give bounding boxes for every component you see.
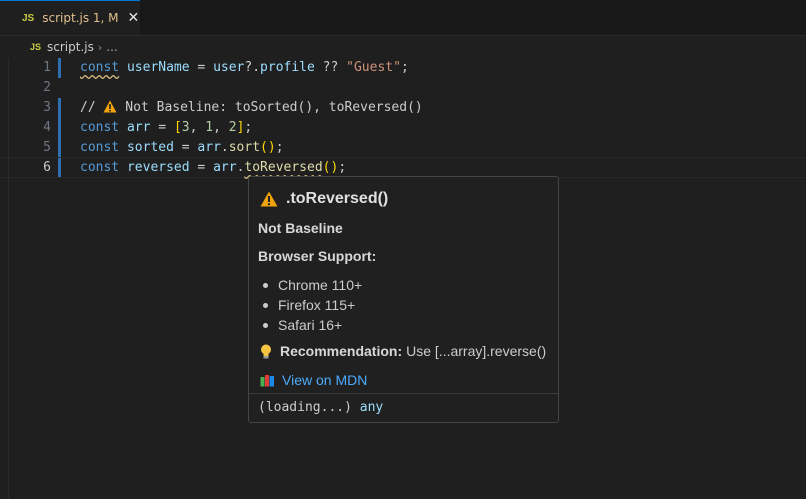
lightbulb-icon: [261, 344, 271, 358]
code-line-3[interactable]: 3 // Not Baseline: toSorted(), toReverse…: [0, 98, 806, 118]
warning-icon: [260, 191, 278, 207]
mdn-link[interactable]: View on MDN: [260, 372, 367, 388]
list-item: Chrome 110+: [258, 275, 362, 295]
code-line-2[interactable]: 2: [0, 78, 806, 98]
line-number: 6: [43, 160, 51, 175]
line-number: 1: [43, 60, 51, 75]
line-number: 3: [43, 100, 51, 115]
tab-title: script.js 1, M: [42, 11, 119, 25]
list-item: Firefox 115+: [258, 295, 362, 315]
code-line-4[interactable]: 4 const arr = [3, 1, 2];: [0, 118, 806, 138]
hover-title: .toReversed(): [260, 190, 388, 208]
chevron-right-icon: ›: [97, 40, 103, 54]
divider: [249, 393, 558, 394]
code-line-5[interactable]: 5 const sorted = arr.sort();: [0, 138, 806, 158]
tab-script-js[interactable]: JS script.js 1, M ✕: [0, 0, 140, 35]
warning-icon: [103, 100, 117, 113]
line-number: 5: [43, 140, 51, 155]
close-icon[interactable]: ✕: [128, 10, 140, 26]
code-line-1[interactable]: 1 const userName = user?.profile ?? "Gue…: [0, 58, 806, 78]
js-file-icon: JS: [22, 12, 35, 24]
browser-support-list: Chrome 110+ Firefox 115+ Safari 16+: [258, 275, 362, 335]
line-number: 4: [43, 120, 51, 135]
code-line-6[interactable]: 6 const reversed = arr.toReversed();: [0, 157, 806, 178]
line-number: 2: [43, 80, 51, 95]
hover-tooltip: .toReversed() Not Baseline Browser Suppo…: [248, 176, 559, 423]
tab-bar: JS script.js 1, M ✕: [0, 0, 806, 36]
breadcrumb-file[interactable]: script.js: [47, 40, 94, 54]
baseline-status: Not Baseline: [258, 220, 343, 236]
js-file-icon: JS: [30, 42, 42, 52]
breadcrumb-more[interactable]: ...: [106, 40, 117, 54]
list-item: Safari 16+: [258, 315, 362, 335]
browser-support-heading: Browser Support:: [258, 248, 377, 264]
breadcrumb: JS script.js › ...: [0, 36, 118, 58]
type-signature: (loading...) any: [258, 400, 384, 415]
recommendation: Recommendation: Use [...array].reverse(): [260, 343, 546, 359]
books-icon: [260, 374, 274, 386]
